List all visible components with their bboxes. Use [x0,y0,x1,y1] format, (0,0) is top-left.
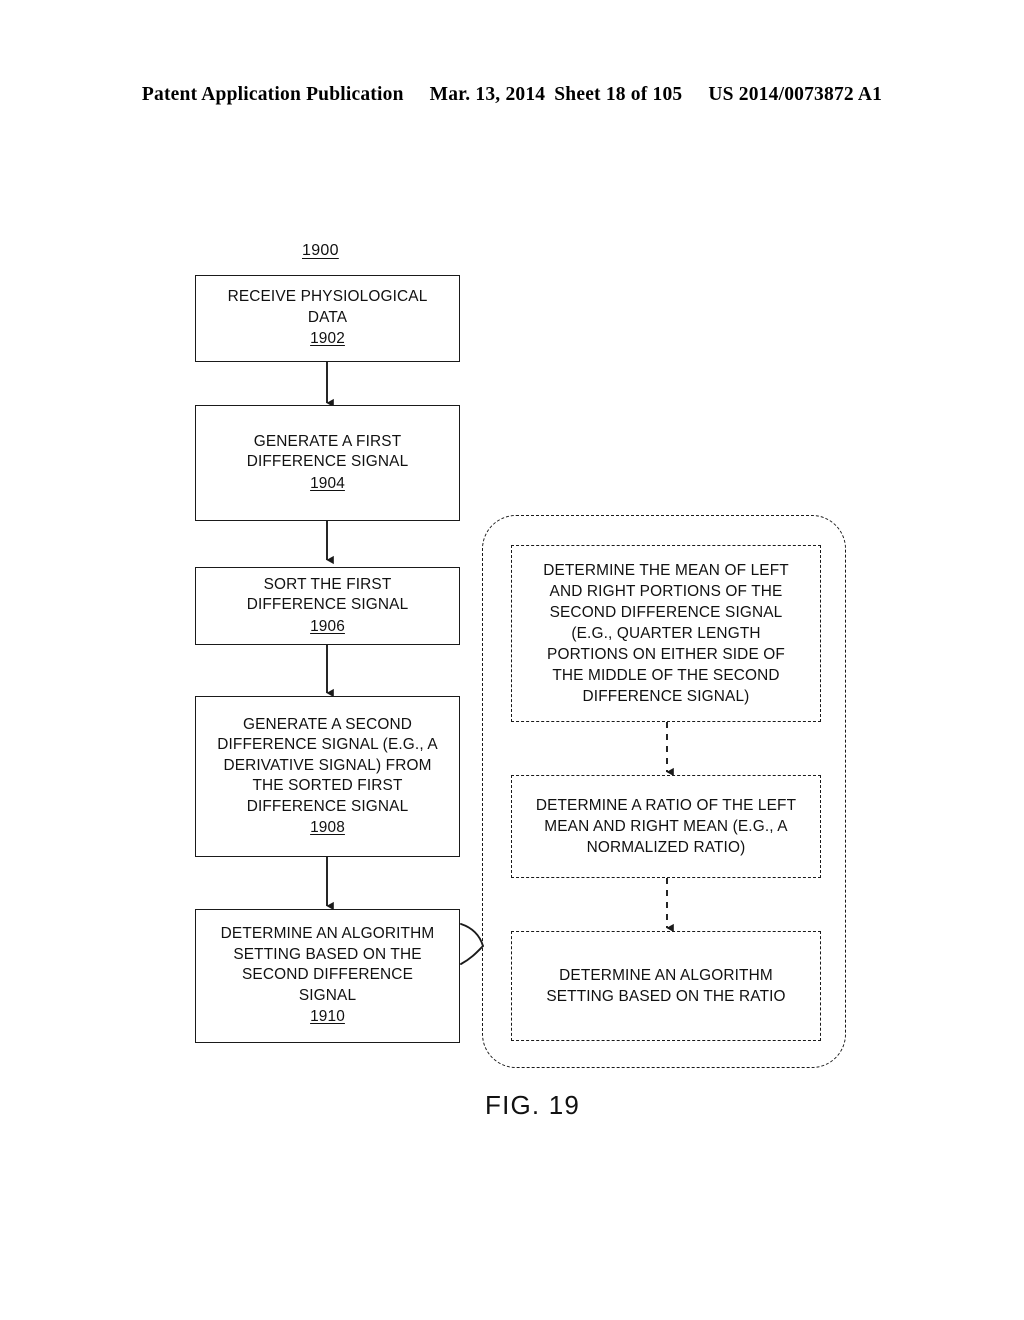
callout-box-algorithm-setting[interactable]: DETERMINE AN ALGORITHM SETTING BASED ON … [511,931,821,1041]
flow-box-1904-text: GENERATE A FIRST DIFFERENCE SIGNAL [246,432,409,471]
flow-box-1910-text: DETERMINE AN ALGORITHM SETTING BASED ON … [220,925,435,1004]
callout-box-determine-mean[interactable]: DETERMINE THE MEAN OF LEFT AND RIGHT POR… [511,545,821,722]
callout-box-determine-ratio-text: DETERMINE A RATIO OF THE LEFT MEAN AND R… [535,797,797,856]
flow-box-1908[interactable]: GENERATE A SECOND DIFFERENCE SIGNAL (E.G… [195,696,460,857]
callout-box-determine-ratio[interactable]: DETERMINE A RATIO OF THE LEFT MEAN AND R… [511,775,821,878]
flow-box-1908-ref: 1908 [310,819,345,836]
flow-box-1904[interactable]: GENERATE A FIRST DIFFERENCE SIGNAL 1904 [195,405,460,521]
flow-box-1902-ref: 1902 [310,330,345,348]
flow-box-1902-text: RECEIVE PHYSIOLOGICAL DATA [227,288,428,326]
figure-caption: FIG. 19 [485,1090,581,1120]
flow-box-1910-ref: 1910 [310,1008,345,1026]
flow-box-1906[interactable]: SORT THE FIRST DIFFERENCE SIGNAL 1906 [195,567,460,645]
flow-box-1906-text: SORT THE FIRST DIFFERENCE SIGNAL [246,575,409,614]
flow-box-1902[interactable]: RECEIVE PHYSIOLOGICAL DATA 1902 [195,275,460,362]
callout-box-algorithm-setting-text: DETERMINE AN ALGORITHM SETTING BASED ON … [546,967,786,1005]
callout-box-determine-mean-text: DETERMINE THE MEAN OF LEFT AND RIGHT POR… [543,562,789,705]
flow-box-1908-text: GENERATE A SECOND DIFFERENCE SIGNAL (E.G… [217,715,438,815]
diagram-reference-1900: 1900 [302,242,339,259]
flow-box-1904-ref: 1904 [310,474,345,492]
flow-box-1910[interactable]: DETERMINE AN ALGORITHM SETTING BASED ON … [195,909,460,1043]
patent-figure: 1900 RECEIVE PHYSIOLOGICAL DATA 1902 GEN… [0,0,1024,1320]
flow-box-1906-ref: 1906 [310,617,345,635]
